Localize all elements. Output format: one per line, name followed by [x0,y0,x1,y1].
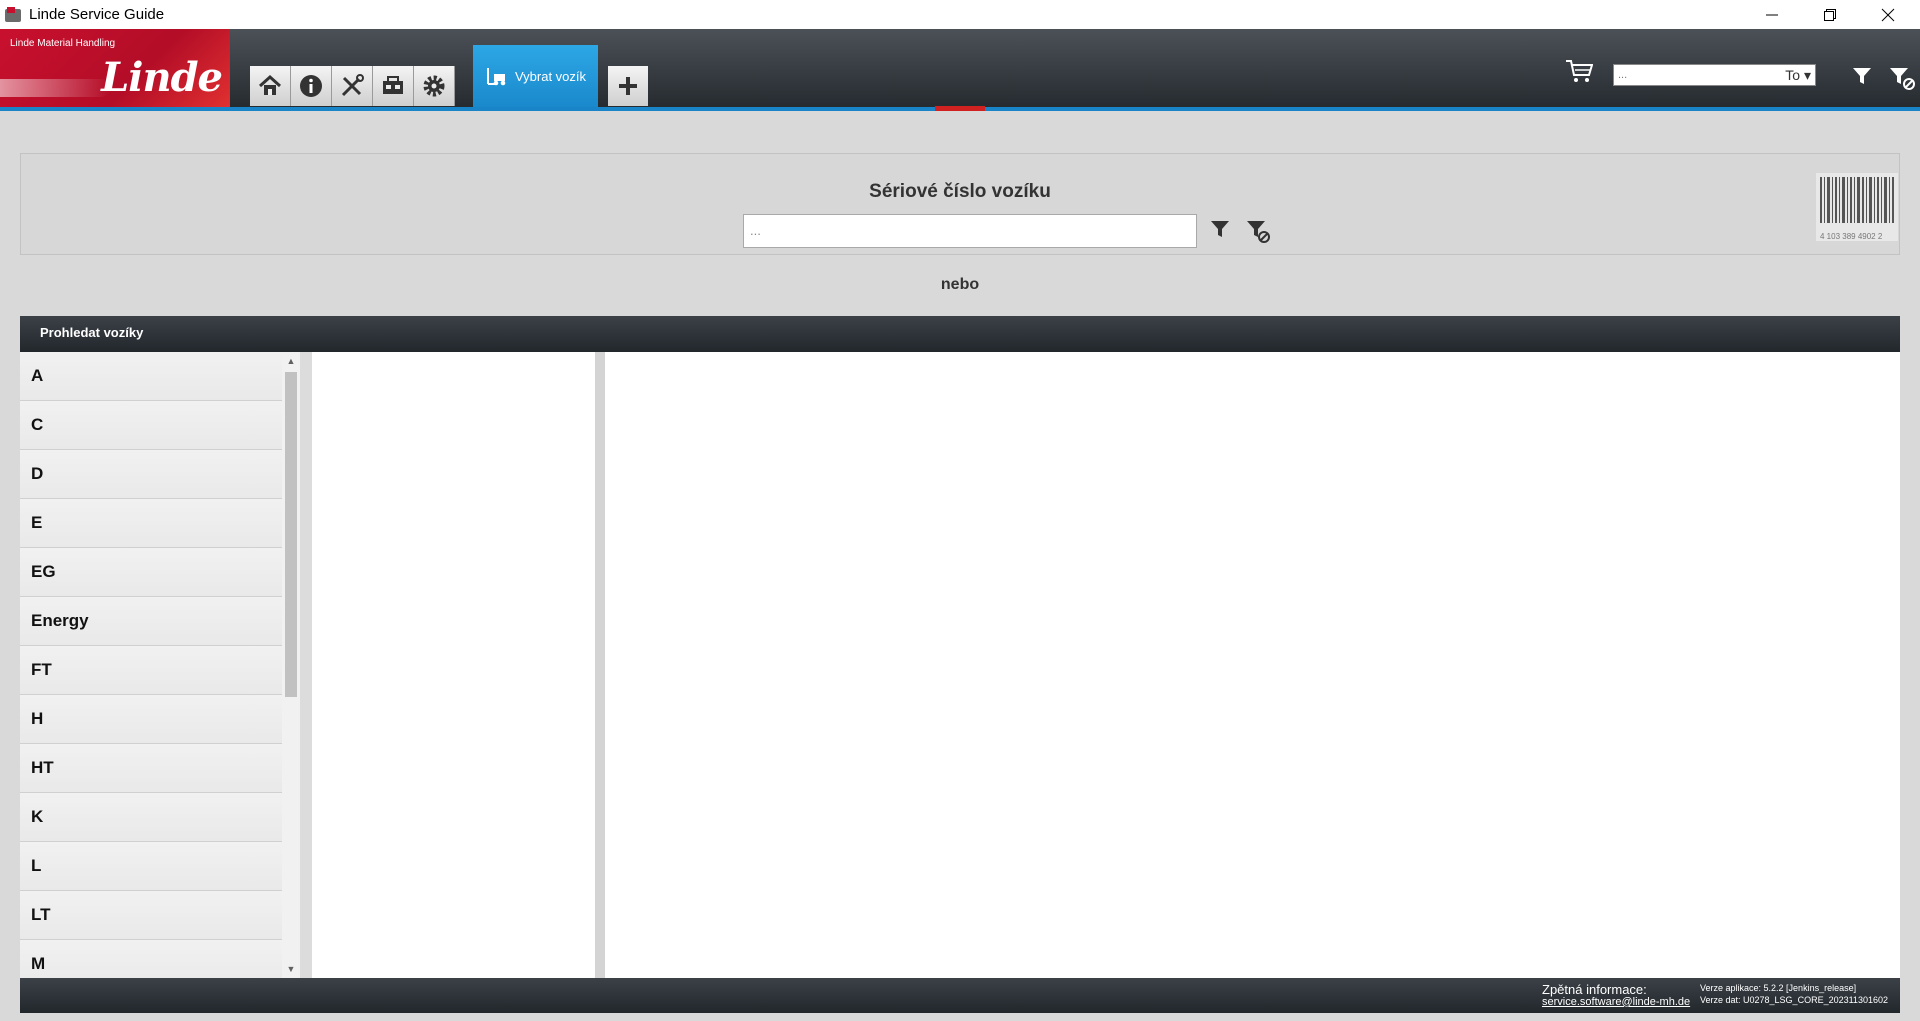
app-version: Verze aplikace: 5.2.2 [Jenkins_release] [1700,983,1857,993]
list-item[interactable]: M [20,940,282,978]
close-icon [1881,8,1895,21]
data-version: Verze dat: U0278_LSG_CORE_202311301602 [1700,995,1888,1005]
add-tab-button[interactable] [608,66,648,106]
serial-number-placeholder: ... [750,223,761,238]
serial-number-panel: Sériové číslo vozíku ... 4 103 389 4902 … [20,153,1900,255]
serial-number-title: Sériové číslo vozíku [869,181,1051,202]
global-search-input[interactable]: ... To ▾ [1613,64,1816,86]
gear-icon [423,75,445,97]
home-icon [258,74,282,95]
status-footer: Zpětná informace: service.software@linde… [20,978,1900,1013]
logo-swoosh [0,79,110,97]
list-item[interactable]: C [20,401,282,450]
clear-filter-icon[interactable] [1888,65,1916,91]
search-scope-dropdown[interactable]: To ▾ [1785,65,1811,85]
or-label: nebo [940,276,980,293]
toolbar-buttons [250,66,455,106]
filter-icon[interactable] [1851,65,1873,87]
info-icon [300,75,322,97]
home-button[interactable] [250,66,291,106]
serial-clear-filter-icon[interactable] [1245,218,1271,244]
cart-icon[interactable] [1565,58,1593,84]
barcode-icon [1820,177,1894,223]
logo-subtitle: Linde Material Handling [10,38,116,49]
list-item[interactable]: L [20,842,282,891]
list-item[interactable]: FT [20,646,282,695]
tab-select-truck[interactable]: Vybrat vozík [473,45,598,107]
serial-filter-icon[interactable] [1209,218,1231,240]
logo-brand: Linde [101,54,223,101]
plus-icon [619,77,637,95]
list-item[interactable]: D [20,450,282,499]
column-splitter[interactable] [595,352,605,978]
close-button[interactable] [1859,0,1917,29]
list-item[interactable]: HT [20,744,282,793]
active-indicator [935,106,985,111]
app-icon [5,6,21,22]
scroll-up-icon[interactable]: ▲ [282,352,300,370]
window-title: Linde Service Guide [29,6,165,23]
series-scrollbar[interactable]: ▲ ▼ [282,352,300,978]
list-item[interactable]: E [20,499,282,548]
truck-toolbox-icon [383,76,403,94]
model-list [312,352,595,978]
tab-select-truck-label: Vybrat vozík [514,68,587,84]
service-truck-button[interactable] [373,66,414,106]
restore-icon [1824,8,1836,21]
search-scope-value: To [1785,67,1801,83]
detail-pane [605,352,1900,978]
linde-logo: Linde Material Handling Linde [0,29,230,107]
serial-number-input[interactable]: ... [743,214,1197,248]
list-item[interactable]: H [20,695,282,744]
forklift-icon [486,68,506,86]
browse-trucks-header: Prohledat vozíky [20,316,1900,352]
browse-trucks-panel: A C D E EG Energy FT H HT K L LT M ▲ ▼ [20,352,1900,978]
info-button[interactable] [291,66,332,106]
barcode-image[interactable]: 4 103 389 4902 2 [1816,173,1898,241]
tools-icon [341,74,364,97]
barcode-digits: 4 103 389 4902 2 [1820,232,1883,241]
feedback-email-link[interactable]: service.software@linde-mh.de [1542,996,1690,1008]
list-item[interactable]: A [20,352,282,401]
column-divider [300,352,312,978]
global-search-placeholder: ... [1618,69,1628,81]
list-item[interactable]: K [20,793,282,842]
feedback-label: Zpětná informace: [1542,982,1647,997]
list-item[interactable]: Energy [20,597,282,646]
restore-button[interactable] [1801,0,1859,29]
list-item[interactable]: LT [20,891,282,940]
settings-button[interactable] [414,66,455,106]
scrollbar-thumb[interactable] [285,372,297,697]
list-item[interactable]: EG [20,548,282,597]
window-titlebar: Linde Service Guide [0,0,1920,29]
scroll-down-icon[interactable]: ▼ [282,960,300,978]
series-list: A C D E EG Energy FT H HT K L LT M [20,352,282,978]
minimize-icon [1766,14,1778,15]
minimize-button[interactable] [1743,0,1801,29]
tools-button[interactable] [332,66,373,106]
